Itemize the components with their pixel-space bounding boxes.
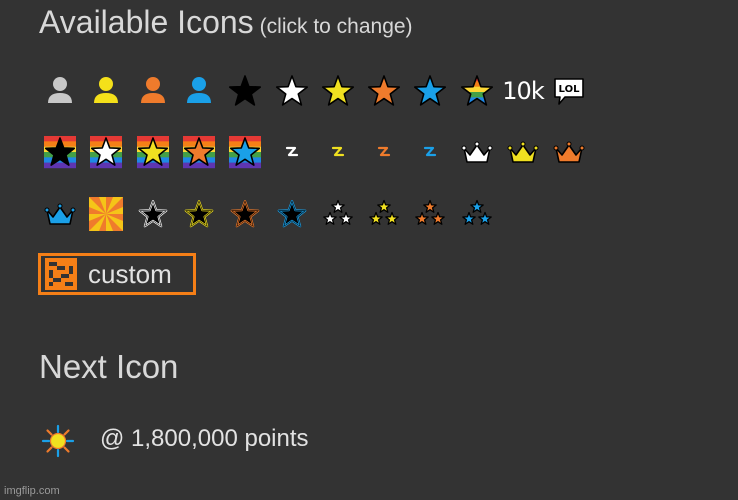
star-outline-yellow-icon[interactable] [181, 196, 217, 232]
triple-star-white-icon[interactable] [320, 196, 356, 232]
custom-button-label: custom [88, 258, 172, 289]
lightning-orange-icon[interactable] [366, 134, 402, 170]
lol-speech-bubble-icon[interactable]: LOL [551, 73, 587, 109]
ten-k-icon[interactable]: 10k [502, 73, 544, 109]
triple-star-blue-icon[interactable] [459, 196, 495, 232]
lightning-white-icon[interactable] [274, 134, 310, 170]
page-title: Available Icons (click to change) [39, 4, 413, 41]
star-rainbow-icon[interactable] [459, 73, 495, 109]
rainbow-star-yellow-icon[interactable] [135, 134, 171, 170]
rainbow-star-black-icon[interactable] [42, 134, 78, 170]
pinwheel-icon[interactable] [88, 196, 124, 232]
crown-blue-icon[interactable] [42, 196, 78, 232]
triple-star-yellow-icon[interactable] [366, 196, 402, 232]
custom-icon-button[interactable]: custom [38, 253, 196, 295]
lightning-yellow-icon[interactable] [320, 134, 356, 170]
rainbow-star-blue-icon[interactable] [227, 134, 263, 170]
ten-k-label: 10k [502, 77, 544, 105]
watermark: imgflip.com [4, 485, 60, 497]
page-subtitle: (click to change) [259, 15, 413, 38]
star-blue-icon[interactable] [412, 73, 448, 109]
next-icon-points: @ 1,800,000 points [100, 425, 309, 452]
person-gray-icon[interactable] [42, 73, 78, 109]
star-outline-white-icon[interactable] [135, 196, 171, 232]
star-orange-icon[interactable] [366, 73, 402, 109]
custom-pixel-icon [45, 258, 77, 290]
star-yellow-icon[interactable] [320, 73, 356, 109]
person-yellow-icon[interactable] [88, 73, 124, 109]
crown-yellow-icon[interactable] [505, 134, 541, 170]
svg-text:LOL: LOL [559, 84, 581, 95]
person-orange-icon[interactable] [135, 73, 171, 109]
crown-white-icon[interactable] [459, 134, 495, 170]
triple-star-orange-icon[interactable] [412, 196, 448, 232]
person-blue-icon[interactable] [181, 73, 217, 109]
rainbow-star-orange-icon[interactable] [181, 134, 217, 170]
lightning-blue-icon[interactable] [412, 134, 448, 170]
rainbow-star-white-icon[interactable] [88, 134, 124, 170]
star-black-icon[interactable] [227, 73, 263, 109]
crown-orange-icon[interactable] [551, 134, 587, 170]
star-white-icon[interactable] [274, 73, 310, 109]
sun-icon [40, 423, 76, 459]
page-title-text: Available Icons [39, 4, 254, 40]
star-outline-blue-icon[interactable] [274, 196, 310, 232]
next-icon-heading: Next Icon [39, 348, 179, 385]
star-outline-orange-icon[interactable] [227, 196, 263, 232]
